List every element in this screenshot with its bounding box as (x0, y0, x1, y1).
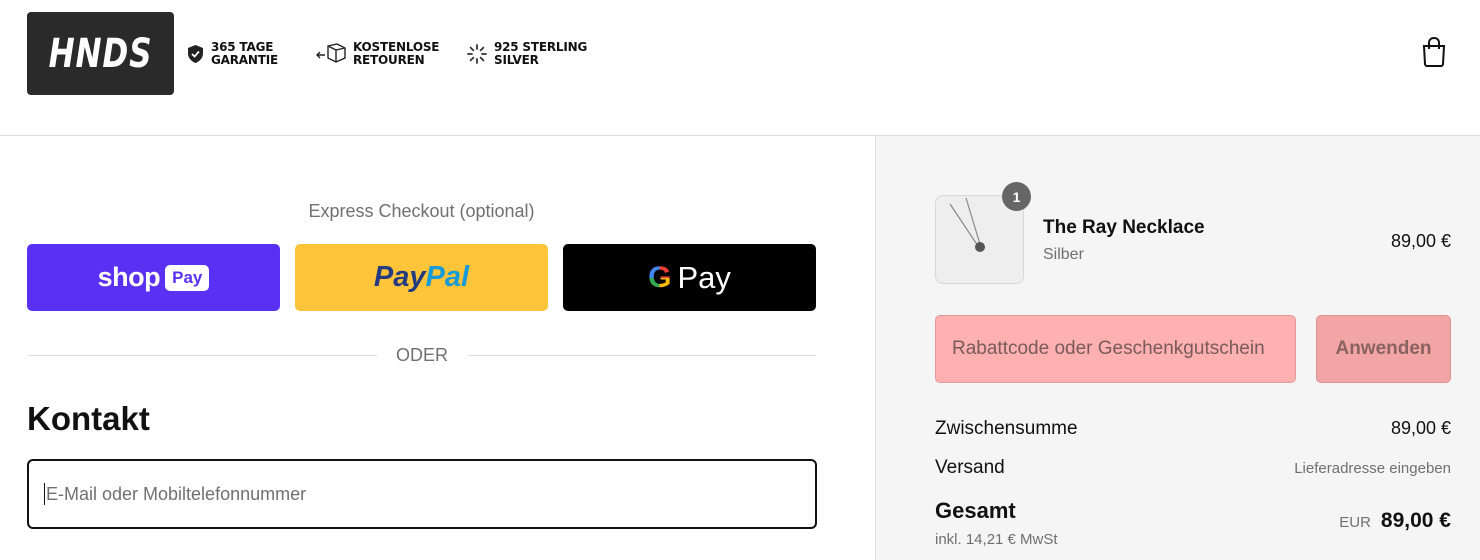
box-return-icon (316, 43, 346, 63)
badge-silver: 925 STERLING SILVER (467, 41, 587, 67)
divider-text: ODER (395, 345, 448, 365)
sparkle-icon (467, 44, 487, 64)
badge-returns: KOSTENLOSE RETOUREN (316, 41, 439, 67)
badge-line: RETOUREN (353, 53, 425, 67)
total-label: Gesamt (935, 498, 1016, 523)
shop-pay-tag: Pay (165, 264, 210, 291)
currency-code: EUR (1339, 514, 1371, 531)
text-caret (44, 483, 45, 505)
email-placeholder: E-Mail oder Mobiltelefonnummer (46, 483, 307, 504)
express-checkout-label: Express Checkout (optional) (308, 201, 535, 221)
paypal-wordmark-part1: Pay (373, 261, 426, 293)
subtotal-value: 89,00 € (1390, 418, 1451, 438)
product-price: 89,00 € (1390, 231, 1451, 251)
header: HNDS 365 TAGE GARANTIE KOSTENLOSE RETOUR… (0, 0, 1480, 136)
tax-note: inkl. 14,21 € MwSt (935, 531, 1058, 548)
email-field[interactable]: E-Mail oder Mobiltelefonnummer (27, 459, 817, 529)
badge-returns-text: KOSTENLOSE RETOUREN (353, 41, 439, 67)
paypal-wordmark-part2: Pal (425, 261, 470, 293)
badge-line: GARANTIE (211, 53, 278, 67)
badge-guarantee: 365 TAGE GARANTIE (187, 41, 278, 67)
total-amount: EUR 89,00 € (1339, 509, 1451, 533)
discount-code-input[interactable]: Rabattcode oder Geschenkgutschein (935, 315, 1296, 383)
logo-text: HNDS (48, 30, 153, 77)
discount-placeholder: Rabattcode oder Geschenkgutschein (952, 338, 1265, 359)
google-pay-wordmark: Pay (677, 259, 731, 295)
product-variant: Silber (1043, 246, 1084, 263)
total-value: 89,00 € (1380, 509, 1451, 532)
badge-silver-text: 925 STERLING SILVER (494, 41, 587, 67)
shipping-label: Versand (935, 457, 1005, 478)
shipping-value: Lieferadresse eingeben (1294, 460, 1451, 477)
shopping-bag-icon[interactable] (1420, 37, 1448, 67)
brand-logo[interactable]: HNDS (27, 12, 174, 95)
badge-line: SILVER (494, 53, 539, 67)
subtotal-label: Zwischensumme (935, 418, 1078, 439)
apply-discount-button[interactable]: Anwenden (1316, 315, 1451, 383)
google-g-icon: G (648, 260, 672, 294)
badge-guarantee-text: 365 TAGE GARANTIE (211, 41, 278, 67)
shop-pay-button[interactable]: shop Pay (27, 244, 280, 311)
divider-left (27, 355, 377, 356)
quantity-badge: 1 (1002, 182, 1031, 211)
divider-right (467, 355, 816, 356)
contact-heading: Kontakt (27, 400, 150, 437)
google-pay-button[interactable]: G Pay (563, 244, 816, 311)
shield-check-icon (188, 45, 203, 63)
shop-pay-wordmark: shop (97, 262, 161, 292)
product-name: The Ray Necklace (1043, 217, 1205, 238)
paypal-button[interactable]: Pay Pal (295, 244, 548, 311)
